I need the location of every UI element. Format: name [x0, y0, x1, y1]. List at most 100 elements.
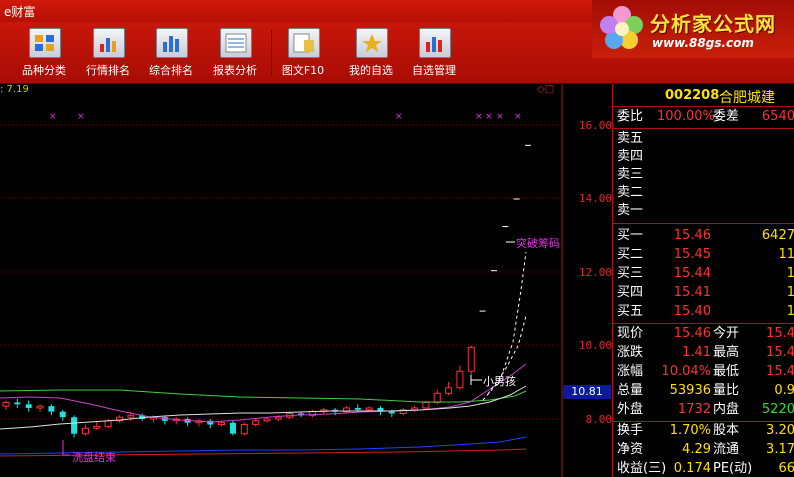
buy-4-volume: 1 — [743, 284, 794, 302]
ranking-button[interactable]: 行情排名 — [77, 26, 139, 80]
f10-icon — [288, 28, 320, 58]
signal-marker: × — [514, 112, 522, 122]
buy-2-label: 买二 — [617, 247, 644, 262]
favorites-button[interactable]: 我的自选 — [340, 26, 402, 80]
stat-row-eps: 收益(三) 0.174 PE(动) 66 — [613, 460, 794, 477]
candles — [2, 144, 531, 438]
candle-body — [502, 226, 509, 228]
open-label: 今开 — [713, 326, 740, 341]
favorites-manage-button[interactable]: 自选管理 — [403, 26, 465, 80]
stat-row-turnover: 换手 1.70% 股本 3.20 — [613, 422, 794, 440]
buy-2-volume: 11 — [778, 247, 794, 262]
inner-value: 5220 — [761, 402, 794, 417]
buy-5-volume: 1 — [743, 303, 794, 321]
outer-label: 外盘 — [617, 402, 644, 417]
candle-body — [422, 401, 430, 409]
stat-row-pct: 涨幅 10.04% 最低 15.4 — [613, 363, 794, 381]
sell-2-label: 卖二 — [617, 185, 644, 200]
report-label: 报表分析 — [213, 64, 257, 77]
sell-4-row: 卖四 — [613, 148, 794, 166]
pct-value: 10.04% — [661, 364, 711, 379]
flower-logo-icon — [600, 6, 643, 49]
candle-body — [445, 387, 453, 394]
signal-marker: × — [496, 112, 504, 122]
change-value: 1.41 — [682, 345, 711, 360]
divider — [613, 223, 794, 224]
change-label: 涨跌 — [617, 345, 644, 360]
candle-body — [252, 420, 260, 426]
y-tick-16: 16.00 — [578, 119, 612, 132]
category-icon — [29, 28, 61, 58]
candle-body — [104, 420, 112, 427]
stock-code: 002208 — [665, 88, 720, 103]
buy-5-label: 买五 — [617, 304, 644, 319]
divider — [613, 128, 794, 129]
outer-value: 1732 — [677, 402, 711, 417]
capital-label: 股本 — [713, 423, 740, 438]
current-price-tag: 10.81 — [563, 385, 611, 399]
stat-row-volume: 总量 53936 量比 0.9 — [613, 382, 794, 400]
buy-1-volume: 6427 — [761, 228, 794, 243]
divider — [613, 323, 794, 324]
f10-label: 图文F10 — [281, 64, 325, 77]
y-tick-10: 10.00 — [578, 339, 612, 352]
high-value: 15.4 — [766, 345, 794, 360]
report-icon — [220, 28, 252, 58]
signal-markers: × × × × × × × — [49, 112, 522, 122]
y-tick-14: 14.00 — [578, 192, 612, 205]
diff-label: 委差 — [713, 109, 740, 124]
signal-marker: × — [485, 112, 493, 122]
low-label: 最低 — [713, 364, 740, 379]
float-value: 3.17 — [766, 442, 794, 457]
logo-text: 分析家公式网 — [650, 12, 776, 36]
sell-2-row: 卖二 — [613, 184, 794, 202]
breakout-annotation: 突破筹码 — [516, 237, 560, 250]
candle-body — [365, 407, 373, 411]
overall-ranking-icon — [156, 28, 188, 58]
ratio-value: 100.00% — [657, 109, 715, 124]
open-value: 15.4 — [766, 326, 794, 341]
candle-body — [127, 414, 135, 418]
buy-5-row: 买五 15.40 1 — [613, 303, 794, 321]
buy-2-row: 买二 15.45 11 — [613, 246, 794, 264]
buy-1-price: 15.46 — [673, 228, 711, 243]
candle-body — [81, 427, 89, 435]
diff-value: 6540 — [761, 109, 794, 124]
chart-ref-label: : 7.19 — [0, 84, 29, 95]
buy-4-price: 15.41 — [673, 285, 711, 300]
pct-label: 涨幅 — [617, 364, 644, 379]
signal-marker: × — [395, 112, 403, 122]
vol-ratio-value: 0.9 — [774, 383, 794, 398]
net-asset-value: 4.29 — [682, 442, 711, 457]
boy-annotation: 小男孩 — [483, 375, 516, 388]
stat-row-change: 涨跌 1.41 最高 15.4 — [613, 344, 794, 362]
candle-body — [263, 418, 271, 422]
candle-body — [525, 144, 531, 146]
report-button[interactable]: 报表分析 — [204, 26, 266, 80]
buy-3-price: 15.44 — [673, 266, 711, 281]
chart-corner-marks[interactable]: ◇□ — [537, 84, 554, 95]
float-label: 流通 — [713, 442, 740, 457]
buy-3-volume: 1 — [743, 265, 794, 283]
stock-name: 合肥城建 — [719, 90, 775, 106]
chart-canvas: × × × × × × × — [0, 84, 563, 477]
y-tick-12: 12.00 — [578, 266, 612, 279]
overall-ranking-button[interactable]: 综合排名 — [140, 26, 202, 80]
candle-body — [354, 407, 361, 410]
stat-row-price: 现价 15.46 今开 15.4 — [613, 325, 794, 343]
favorites-manage-label: 自选管理 — [412, 64, 456, 77]
candle-body — [59, 411, 66, 418]
category-button[interactable]: 品种分类 — [13, 26, 75, 80]
candle-body — [479, 310, 486, 312]
high-label: 最高 — [713, 345, 740, 360]
volume-label: 总量 — [617, 383, 644, 398]
pe-label: PE(动) — [713, 461, 753, 476]
f10-button[interactable]: 图文F10 — [272, 26, 334, 80]
stock-header: 002208 合肥城建 — [613, 84, 794, 107]
y-tick-8: 8.00 — [585, 413, 613, 426]
candle-body — [388, 411, 395, 414]
sell-3-row: 卖三 — [613, 166, 794, 184]
vol-ratio-label: 量比 — [713, 383, 740, 398]
candlestick-chart[interactable]: × × × × × × × : 7.19 ◇□ 16.00 14.00 12.00 10.0… — [0, 84, 612, 477]
wash-annotation: 洗盘结束 — [72, 451, 116, 464]
